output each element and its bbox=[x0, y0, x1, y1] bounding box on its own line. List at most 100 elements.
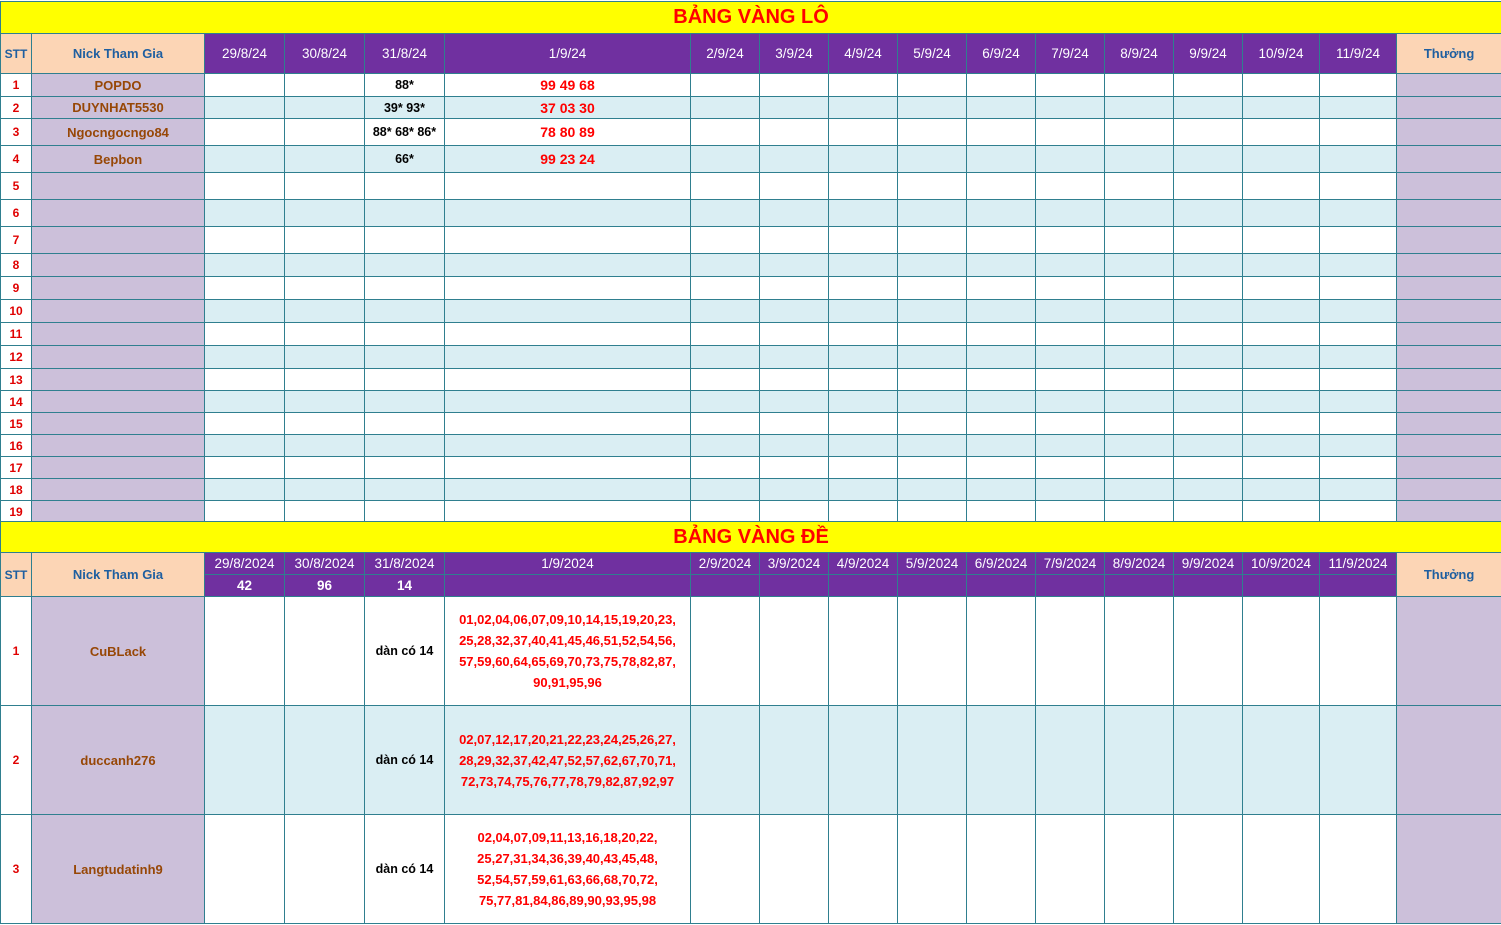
table-cell[interactable] bbox=[897, 96, 967, 119]
table-cell[interactable] bbox=[759, 322, 829, 346]
row-number[interactable]: 15 bbox=[0, 412, 32, 435]
table-cell[interactable] bbox=[204, 145, 285, 173]
nick-header[interactable]: Nick Tham Gia bbox=[31, 33, 205, 74]
date-header[interactable]: 2/9/24 bbox=[690, 33, 760, 74]
date-header[interactable]: 7/9/24 bbox=[1035, 33, 1105, 74]
table-cell[interactable] bbox=[1242, 199, 1320, 227]
table-cell[interactable] bbox=[284, 596, 365, 706]
date-header[interactable]: 10/9/2024 bbox=[1242, 552, 1320, 575]
table-cell[interactable] bbox=[204, 478, 285, 501]
nick-header[interactable]: Nick Tham Gia bbox=[31, 552, 205, 597]
bonus-cell[interactable] bbox=[1395, 199, 1501, 227]
table-cell[interactable] bbox=[690, 253, 760, 277]
table-cell[interactable] bbox=[966, 500, 1036, 523]
table-cell[interactable] bbox=[690, 500, 760, 523]
date-header[interactable]: 5/9/2024 bbox=[897, 552, 967, 575]
table-cell[interactable] bbox=[1242, 456, 1320, 479]
table-cell[interactable] bbox=[1173, 345, 1243, 369]
table-cell[interactable] bbox=[1035, 299, 1105, 323]
table-cell[interactable] bbox=[284, 412, 365, 435]
table-cell[interactable] bbox=[1104, 368, 1174, 391]
table-cell[interactable] bbox=[1319, 118, 1397, 146]
table-cell[interactable] bbox=[966, 368, 1036, 391]
lo-entry-cell[interactable] bbox=[444, 253, 691, 277]
table-cell[interactable] bbox=[897, 145, 967, 173]
table-cell[interactable] bbox=[1242, 705, 1320, 815]
table-cell[interactable] bbox=[204, 456, 285, 479]
bonus-cell[interactable] bbox=[1395, 253, 1501, 277]
table-cell[interactable] bbox=[828, 96, 898, 119]
table-cell[interactable] bbox=[1242, 73, 1320, 97]
table-cell[interactable] bbox=[966, 814, 1036, 924]
table-cell[interactable] bbox=[1242, 253, 1320, 277]
table-cell[interactable] bbox=[284, 199, 365, 227]
table-cell[interactable] bbox=[1035, 253, 1105, 277]
nick-cell[interactable] bbox=[31, 322, 205, 346]
table-cell[interactable] bbox=[1242, 172, 1320, 200]
table-cell[interactable] bbox=[897, 814, 967, 924]
row-number[interactable]: 16 bbox=[0, 434, 32, 457]
nick-cell[interactable] bbox=[31, 368, 205, 391]
table-cell[interactable] bbox=[966, 596, 1036, 706]
table-cell[interactable] bbox=[204, 814, 285, 924]
table-cell[interactable] bbox=[828, 705, 898, 815]
table-cell[interactable] bbox=[284, 478, 365, 501]
table-cell[interactable] bbox=[1319, 434, 1397, 457]
table-cell[interactable] bbox=[897, 705, 967, 815]
table-cell[interactable] bbox=[1104, 145, 1174, 173]
table-cell[interactable] bbox=[897, 478, 967, 501]
table-cell[interactable] bbox=[204, 412, 285, 435]
table-cell[interactable] bbox=[828, 226, 898, 254]
table-cell[interactable] bbox=[1104, 172, 1174, 200]
table-cell[interactable] bbox=[284, 500, 365, 523]
table-cell[interactable] bbox=[1242, 500, 1320, 523]
table-cell[interactable] bbox=[966, 118, 1036, 146]
table-cell[interactable] bbox=[1104, 199, 1174, 227]
table-cell[interactable] bbox=[690, 322, 760, 346]
row-number[interactable]: 8 bbox=[0, 253, 32, 277]
table-cell[interactable] bbox=[284, 226, 365, 254]
table-cell[interactable] bbox=[1035, 345, 1105, 369]
table-cell[interactable] bbox=[1104, 705, 1174, 815]
table-cell[interactable] bbox=[828, 322, 898, 346]
table-cell[interactable] bbox=[897, 253, 967, 277]
lo-entry-cell[interactable] bbox=[364, 434, 445, 457]
table-cell[interactable] bbox=[1104, 276, 1174, 300]
table-cell[interactable] bbox=[1173, 596, 1243, 706]
table-cell[interactable] bbox=[1035, 96, 1105, 119]
table-cell[interactable] bbox=[204, 253, 285, 277]
row-number[interactable]: 12 bbox=[0, 345, 32, 369]
nick-cell[interactable] bbox=[31, 299, 205, 323]
table-cell[interactable] bbox=[1242, 276, 1320, 300]
table-cell[interactable] bbox=[1319, 253, 1397, 277]
table-cell[interactable] bbox=[1319, 705, 1397, 815]
table-cell[interactable] bbox=[204, 199, 285, 227]
table-cell[interactable] bbox=[1319, 199, 1397, 227]
lo-entry-cell[interactable] bbox=[364, 368, 445, 391]
table-cell[interactable] bbox=[759, 814, 829, 924]
row-number[interactable]: 9 bbox=[0, 276, 32, 300]
table-cell[interactable] bbox=[1104, 73, 1174, 97]
table-cell[interactable] bbox=[1242, 596, 1320, 706]
lo-entry-cell[interactable]: 99 23 24 bbox=[444, 145, 691, 173]
lo-entry-cell[interactable] bbox=[364, 199, 445, 227]
table-cell[interactable] bbox=[690, 345, 760, 369]
bonus-cell[interactable] bbox=[1395, 412, 1501, 435]
row-number[interactable]: 10 bbox=[0, 299, 32, 323]
table-cell[interactable] bbox=[828, 276, 898, 300]
table-cell[interactable] bbox=[966, 322, 1036, 346]
date-header[interactable]: 9/9/24 bbox=[1173, 33, 1243, 74]
table-cell[interactable] bbox=[690, 434, 760, 457]
table-cell[interactable] bbox=[759, 276, 829, 300]
table-cell[interactable] bbox=[1319, 172, 1397, 200]
lo-entry-cell[interactable] bbox=[444, 345, 691, 369]
table-cell[interactable] bbox=[759, 199, 829, 227]
date-header[interactable]: 10/9/24 bbox=[1242, 33, 1320, 74]
lo-entry-cell[interactable] bbox=[444, 500, 691, 523]
bonus-cell[interactable] bbox=[1395, 145, 1501, 173]
lo-entry-cell[interactable] bbox=[444, 299, 691, 323]
table-cell[interactable] bbox=[1035, 478, 1105, 501]
table-cell[interactable] bbox=[1319, 390, 1397, 413]
bonus-cell[interactable] bbox=[1395, 500, 1501, 523]
lo-entry-cell[interactable] bbox=[444, 322, 691, 346]
